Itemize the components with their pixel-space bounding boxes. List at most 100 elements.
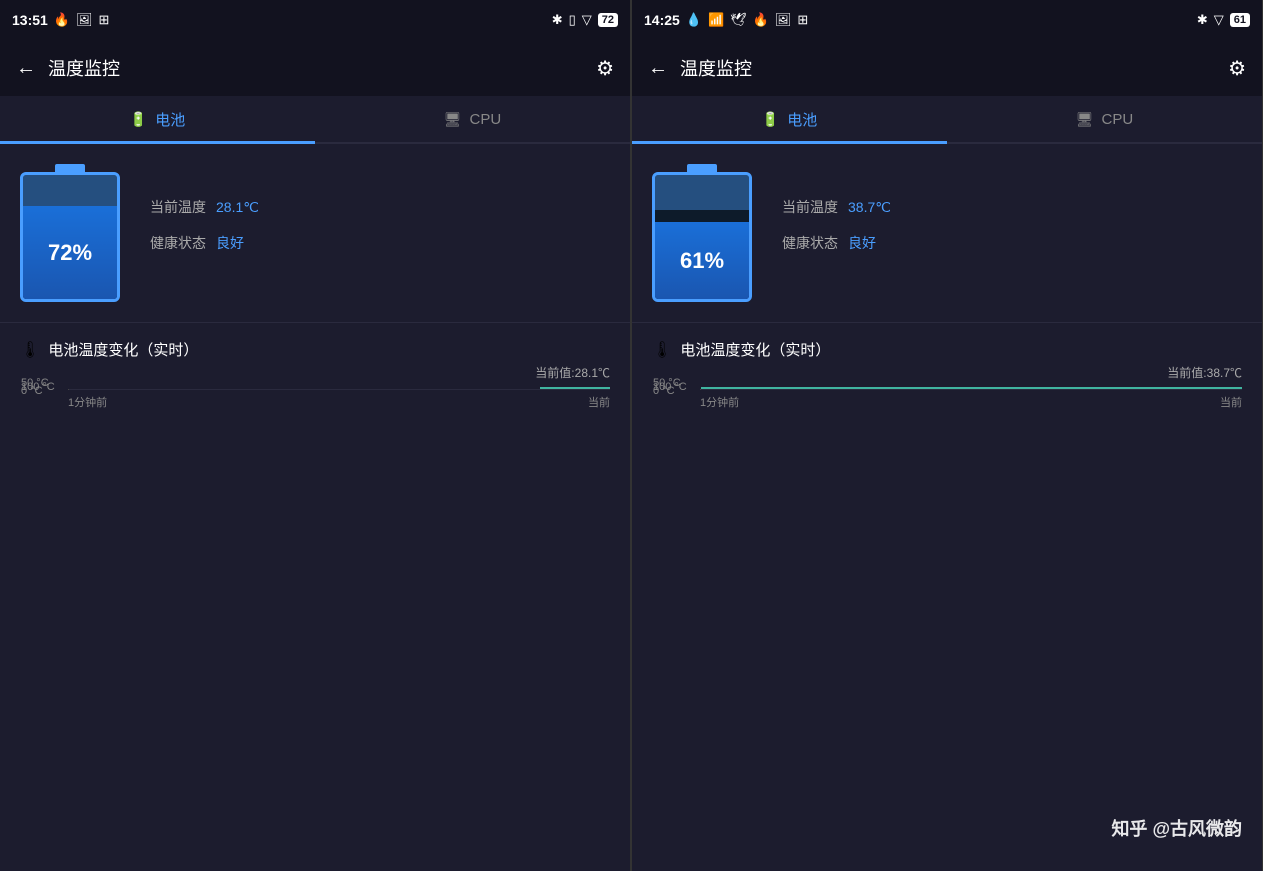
battery-tab-label-right: 电池 [787, 109, 817, 130]
status-left-right: 14:25 💧 📶 🕊 🔥 🖼 ⊞ [644, 12, 808, 28]
chart-title-left: 电池温度变化（实时） [48, 339, 198, 360]
battery-tab-icon-right: 🔋 [762, 111, 779, 128]
tabs-left: 🔋 电池 🖥 CPU [0, 96, 630, 144]
battery-visual-right: 61% [652, 164, 752, 302]
battery-body-right: 61% [652, 172, 752, 302]
msg-icon-left: 🖼 [76, 12, 93, 28]
battery-top-fill-left [23, 175, 117, 210]
chart-bar-right [701, 387, 1242, 389]
chart-x-labels-right: 1分钟前 当前 [700, 390, 1242, 410]
chart-area-left: 100 °C 50 °C 0 °C [68, 389, 610, 390]
thermometer-icon-right: 🌡 [652, 340, 672, 360]
right-panel: 14:25 💧 📶 🕊 🔥 🖼 ⊞ ✱ ▽ 61 ← 温度监控 ⚙ 🔋 电池 🖥 [632, 0, 1263, 871]
toolbar-title-left: 温度监控 [48, 55, 120, 81]
bubble-icon-right: 💧 [686, 12, 702, 28]
msg-icon-right: 🖼 [775, 12, 792, 28]
time-right: 14:25 [644, 12, 680, 28]
set-icon-right: ⊞ [797, 12, 808, 28]
chart-current-value-left: 28.1℃ [575, 366, 610, 380]
cpu-tab-icon-right: 🖥 [1076, 111, 1094, 128]
wifi-icon-right: ▽ [1214, 12, 1224, 28]
cpu-tab-label-left: CPU [470, 111, 502, 128]
x-start-label-left: 1分钟前 [68, 394, 107, 410]
status-right-left: ✱ ▯ ▽ 72 [552, 12, 618, 28]
back-button-left[interactable]: ← [16, 57, 36, 80]
chart-title-row-right: 🌡 电池温度变化（实时） [652, 339, 1242, 360]
status-bar-left: 13:51 🔥 🖼 ⊞ ✱ ▯ ▽ 72 [0, 0, 630, 40]
x-start-label-right: 1分钟前 [700, 394, 739, 410]
health-label-left: 健康状态 [150, 233, 206, 253]
battery-visual-left: 72% [20, 164, 120, 302]
health-label-right: 健康状态 [782, 233, 838, 253]
chart-section-right: 🌡 电池温度变化（实时） 当前值:38.7℃ 100 °C 50 °C 0 °C… [632, 323, 1262, 871]
bt-icon-right: ✱ [1197, 12, 1208, 28]
chart-current-right: 当前值:38.7℃ [652, 364, 1242, 381]
battery-tab-icon-left: 🔋 [130, 111, 147, 128]
chart-area-right: 100 °C 50 °C 0 °C [700, 389, 1242, 390]
chart-title-row-left: 🌡 电池温度变化（实时） [20, 339, 610, 360]
temp-value-right: 38.7℃ [848, 199, 891, 216]
chart-x-labels-left: 1分钟前 当前 [68, 390, 610, 410]
cpu-tab-label-right: CPU [1102, 111, 1134, 128]
battery-cap-left [55, 164, 85, 172]
temp-value-left: 28.1℃ [216, 199, 259, 216]
status-right-right: ✱ ▽ 61 [1197, 12, 1250, 28]
temp-row-right: 当前温度 38.7℃ [782, 197, 1242, 217]
arrow-icon-right: 🕊 [730, 12, 747, 28]
temp-row-left: 当前温度 28.1℃ [150, 197, 610, 217]
battery-section-left: 72% 当前温度 28.1℃ 健康状态 良好 [0, 144, 630, 323]
battery-status-right: 61 [1230, 13, 1250, 27]
chart-wrapper-right: 100 °C 50 °C 0 °C 1分钟前 当前 [700, 389, 1242, 855]
health-value-left: 良好 [216, 233, 244, 253]
grid-line-3-right [701, 389, 1242, 390]
battery-status-left: 72 [598, 13, 618, 27]
settings-button-right[interactable]: ⚙ [1228, 56, 1246, 81]
battery-body-left: 72% [20, 172, 120, 302]
health-value-right: 良好 [848, 233, 876, 253]
cpu-tab-icon-left: 🖥 [444, 111, 462, 128]
chart-current-label-right: 当前值: [1167, 366, 1206, 380]
health-row-right: 健康状态 良好 [782, 233, 1242, 253]
toolbar-left-group: ← 温度监控 [16, 55, 120, 81]
y-0-label-right: 0 °C [653, 385, 675, 397]
status-left-left: 13:51 🔥 🖼 ⊞ [12, 12, 109, 28]
status-bar-right: 14:25 💧 📶 🕊 🔥 🖼 ⊞ ✱ ▽ 61 [632, 0, 1262, 40]
fire-icon-left: 🔥 [54, 12, 70, 28]
thermometer-icon-left: 🌡 [20, 340, 40, 360]
fire-icon-right: 🔥 [753, 12, 769, 28]
chart-current-label-left: 当前值: [535, 366, 574, 380]
battery-section-right: 61% 当前温度 38.7℃ 健康状态 良好 [632, 144, 1262, 323]
tab-battery-right[interactable]: 🔋 电池 [632, 96, 947, 142]
toolbar-left: ← 温度监控 ⚙ [0, 40, 630, 96]
temp-label-right: 当前温度 [782, 197, 838, 217]
chart-wrapper-left: 100 °C 50 °C 0 °C 1分钟前 当前 [68, 389, 610, 855]
time-left: 13:51 [12, 12, 48, 28]
battery-percentage-left: 72% [48, 240, 92, 266]
tab-cpu-left[interactable]: 🖥 CPU [315, 96, 630, 142]
battery-fill-right: 61% [655, 222, 749, 299]
tab-battery-left[interactable]: 🔋 电池 [0, 96, 315, 142]
x-end-label-left: 当前 [588, 394, 610, 410]
battery-fill-left: 72% [23, 206, 117, 299]
wifi-icon-left: ▽ [582, 12, 592, 28]
chart-current-left: 当前值:28.1℃ [20, 364, 610, 381]
signal-icon-right: 📶 [708, 12, 724, 28]
set-icon-left: ⊞ [99, 12, 110, 28]
x-end-label-right: 当前 [1220, 394, 1242, 410]
bt-icon-left: ✱ [552, 12, 563, 28]
chart-title-right: 电池温度变化（实时） [680, 339, 830, 360]
battery-info-left: 当前温度 28.1℃ 健康状态 良好 [150, 197, 610, 269]
tabs-right: 🔋 电池 🖥 CPU [632, 96, 1262, 144]
back-button-right[interactable]: ← [648, 57, 668, 80]
y-0-label-left: 0 °C [21, 385, 43, 397]
battery-info-right: 当前温度 38.7℃ 健康状态 良好 [782, 197, 1242, 269]
toolbar-right-group: ← 温度监控 [648, 55, 752, 81]
settings-button-left[interactable]: ⚙ [596, 56, 614, 81]
tab-cpu-right[interactable]: 🖥 CPU [947, 96, 1262, 142]
battery-top-fill-right [655, 175, 749, 210]
chart-section-left: 🌡 电池温度变化（实时） 当前值:28.1℃ 100 °C 50 °C 0 °C… [0, 323, 630, 871]
battery-tab-label-left: 电池 [155, 109, 185, 130]
battery-cap-right [687, 164, 717, 172]
left-panel: 13:51 🔥 🖼 ⊞ ✱ ▯ ▽ 72 ← 温度监控 ⚙ 🔋 电池 🖥 CPU [0, 0, 631, 871]
battery-percentage-right: 61% [680, 248, 724, 274]
